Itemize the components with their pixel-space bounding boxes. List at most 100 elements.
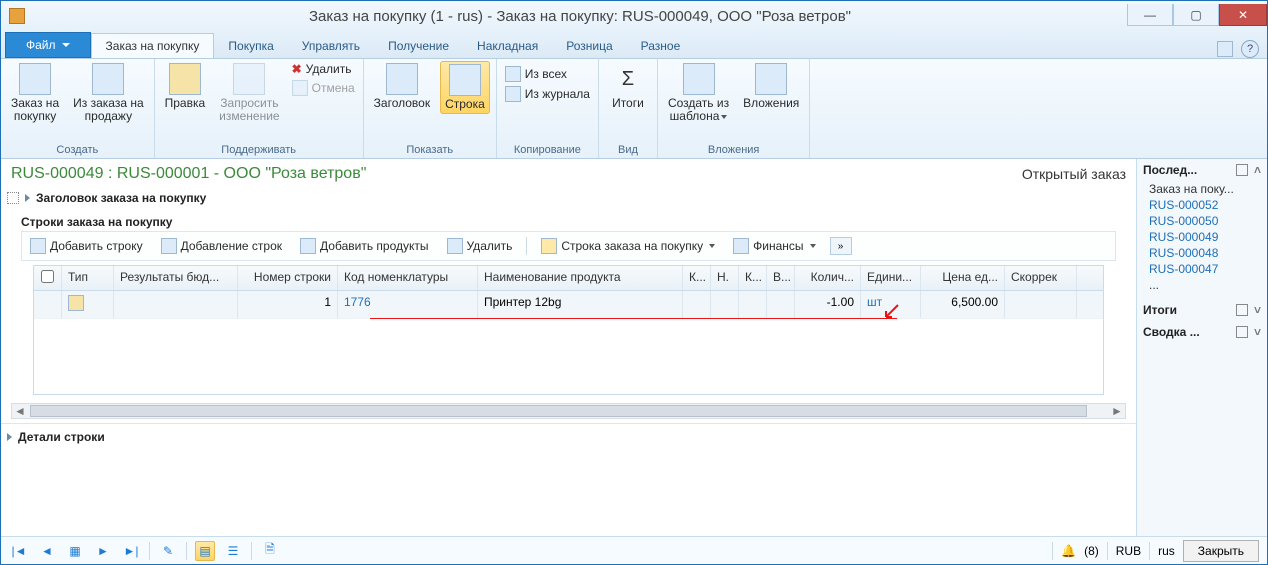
nav-first-button[interactable]: |◄ [9, 541, 29, 561]
recent-subtitle: Заказ на поку... [1149, 181, 1259, 197]
col-unit[interactable]: Едини... [861, 266, 921, 290]
recent-link[interactable]: RUS-000047 [1149, 261, 1259, 277]
col-checkbox[interactable] [34, 266, 62, 290]
select-all-checkbox[interactable] [41, 270, 54, 283]
maximize-button[interactable]: ▢ [1173, 4, 1219, 26]
order-info: RUS-000049 : RUS-000001 - ООО "Роза ветр… [11, 165, 366, 183]
recent-link[interactable]: RUS-000050 [1149, 213, 1259, 229]
close-button[interactable]: ✕ [1219, 4, 1267, 26]
col-qty[interactable]: Колич... [795, 266, 861, 290]
header-icon [386, 63, 418, 95]
row-code[interactable]: 1776 [338, 291, 478, 318]
line-view-button[interactable]: Строка [440, 61, 490, 114]
recent-link[interactable]: RUS-000048 [1149, 245, 1259, 261]
view-icon[interactable] [1217, 41, 1233, 57]
subtitle-bar: RUS-000049 : RUS-000001 - ООО "Роза ветр… [1, 159, 1136, 189]
tab-manage[interactable]: Управлять [288, 34, 374, 58]
bell-icon[interactable]: 🔔 [1061, 544, 1076, 558]
col-k2[interactable]: К... [739, 266, 767, 290]
scroll-left-icon[interactable]: ◄ [12, 404, 28, 418]
add-products-button[interactable]: Добавить продукты [296, 236, 432, 256]
add-lines-button[interactable]: Добавление строк [157, 236, 286, 256]
view-mode-2[interactable]: ☰ [223, 541, 243, 561]
app-icon [9, 8, 25, 24]
request-icon [233, 63, 265, 95]
col-line[interactable]: Номер строки [238, 266, 338, 290]
help-button[interactable]: ? [1241, 40, 1259, 58]
attachments-button[interactable]: Вложения [739, 61, 803, 112]
section-header-details[interactable]: Детали строки [1, 423, 1136, 450]
edit-nav-button[interactable]: ✎ [158, 541, 178, 561]
horizontal-scrollbar[interactable]: ◄ ► [11, 403, 1126, 419]
lbl: Вложения [743, 97, 799, 110]
view-mode-1[interactable]: ▤ [195, 541, 215, 561]
from-all-button[interactable]: Из всех [503, 65, 592, 83]
col-type[interactable]: Тип [62, 266, 114, 290]
lbl: Сводка ... [1143, 325, 1200, 339]
minimize-button[interactable]: — [1127, 4, 1173, 26]
delete-line-button[interactable]: Удалить [443, 236, 517, 256]
row-line: 1 [238, 291, 338, 318]
currency-label: RUB [1116, 544, 1141, 558]
tab-misc[interactable]: Разное [627, 34, 695, 58]
add-line-button[interactable]: Добавить строку [26, 236, 147, 256]
create-from-template-button[interactable]: Создать изшаблона [664, 61, 733, 125]
delete-button[interactable]: ✖Удалить [290, 61, 357, 77]
section-title: Заголовок заказа на покупку [36, 191, 206, 205]
panel-options-icon[interactable] [1236, 304, 1248, 316]
col-corr[interactable]: Скоррек [1005, 266, 1077, 290]
line-type-icon [68, 295, 84, 311]
col-price[interactable]: Цена ед... [921, 266, 1005, 290]
nav-grid-button[interactable]: ▦ [65, 541, 85, 561]
tab-purchase[interactable]: Покупка [214, 34, 287, 58]
more-tools-button[interactable]: » [830, 237, 852, 255]
row-v [767, 291, 795, 318]
from-journal-button[interactable]: Из журнала [503, 85, 592, 103]
nav-next-button[interactable]: ► [93, 541, 113, 561]
recent-link[interactable]: RUS-000049 [1149, 229, 1259, 245]
file-menu[interactable]: Файл [5, 32, 91, 58]
col-k1[interactable]: К... [683, 266, 711, 290]
table-row[interactable]: 1 1776 Принтер 12bg -1.00 шт 6,500.00 [34, 291, 1103, 319]
totals-button[interactable]: Σ Итоги [605, 61, 651, 112]
section-header-order[interactable]: Заголовок заказа на покупку [1, 189, 1136, 207]
nav-prev-button[interactable]: ◄ [37, 541, 57, 561]
panel-options-icon[interactable] [1236, 164, 1248, 176]
header-view-button[interactable]: Заголовок [370, 61, 434, 112]
row-checkbox-cell[interactable] [34, 291, 62, 318]
edit-button[interactable]: Правка [161, 61, 210, 112]
from-sales-order-button[interactable]: Из заказа напродажу [69, 61, 148, 125]
scroll-right-icon[interactable]: ► [1109, 404, 1125, 418]
template-icon [683, 63, 715, 95]
document-nav-button[interactable]: 🗎 [260, 541, 280, 561]
recent-more[interactable]: ... [1149, 277, 1259, 293]
row-k1 [683, 291, 711, 318]
tab-purchase-order[interactable]: Заказ на покупку [91, 33, 215, 58]
close-form-button[interactable]: Закрыть [1183, 540, 1259, 562]
col-name[interactable]: Наименование продукта [478, 266, 683, 290]
totals-header[interactable]: Итоги ˅ [1137, 299, 1267, 321]
summary-header[interactable]: Сводка ... ˅ [1137, 321, 1267, 343]
document-new-icon [19, 63, 51, 95]
lbl: Строка заказа на покупку [561, 239, 703, 253]
lbl: Запросить [220, 96, 278, 110]
dropdown-icon [62, 43, 70, 47]
panel-options-icon[interactable] [1236, 326, 1248, 338]
lbl: продажу [85, 109, 132, 123]
recent-header[interactable]: Послед... ˄ [1137, 159, 1267, 181]
po-line-menu[interactable]: Строка заказа на покупку [537, 236, 719, 256]
new-po-button[interactable]: Заказ напокупку [7, 61, 63, 125]
tab-retail[interactable]: Розница [552, 34, 626, 58]
col-budget[interactable]: Результаты бюд... [114, 266, 238, 290]
lbl: Строка [445, 98, 485, 111]
lbl: шаблона [670, 109, 720, 123]
recent-link[interactable]: RUS-000052 [1149, 197, 1259, 213]
col-v[interactable]: В... [767, 266, 795, 290]
scroll-thumb[interactable] [30, 405, 1087, 417]
finance-menu[interactable]: Финансы [729, 236, 819, 256]
tab-receive[interactable]: Получение [374, 34, 463, 58]
nav-last-button[interactable]: ►| [121, 541, 141, 561]
tab-invoice[interactable]: Накладная [463, 34, 552, 58]
col-n[interactable]: Н. [711, 266, 739, 290]
col-code[interactable]: Код номенклатуры [338, 266, 478, 290]
